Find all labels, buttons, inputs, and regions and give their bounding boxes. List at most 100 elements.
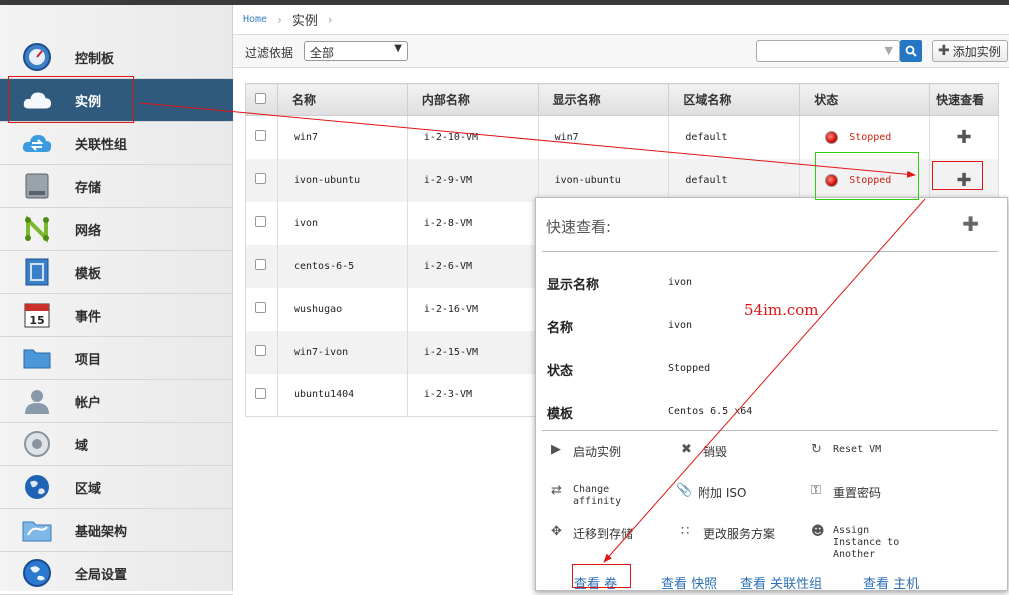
- start-instance-action[interactable]: ▶ 启动实例: [551, 443, 621, 460]
- sidebar-item-label: 模板: [75, 266, 102, 282]
- cell-internal-name: i-2-3-VM: [406, 373, 539, 417]
- sidebar-item-zones[interactable]: 区域: [0, 466, 233, 509]
- row-checkbox[interactable]: [245, 244, 278, 288]
- cell-name[interactable]: ivon-ubuntu: [276, 158, 408, 202]
- plus-icon[interactable]: ✚: [962, 212, 979, 236]
- field-key: 模板: [547, 407, 574, 422]
- add-instance-button[interactable]: ✚ 添加实例: [932, 40, 1008, 62]
- sidebar-item-dashboard[interactable]: 控制板: [0, 36, 233, 79]
- divider: [542, 430, 998, 431]
- action-label: 更改服务方案: [703, 527, 776, 541]
- cell-name[interactable]: ivon: [276, 201, 408, 245]
- sidebar-item-templates[interactable]: 模板: [0, 251, 233, 294]
- annotation-box-quickview: [932, 161, 983, 190]
- key-icon: ⚿: [811, 483, 821, 498]
- destroy-action[interactable]: ✖ 销毁: [681, 443, 727, 460]
- action-label: 启动实例: [573, 445, 622, 459]
- table-header-row: 名称 内部名称 显示名称 区域名称 状态 快速查看: [245, 83, 999, 116]
- change-offering-action[interactable]: ∷ 更改服务方案: [681, 525, 775, 542]
- col-header-quickview: 快速查看: [929, 83, 999, 116]
- sidebar-item-domains[interactable]: 域: [0, 423, 233, 466]
- cell-internal-name: i-2-9-VM: [406, 158, 539, 202]
- sidebar-item-label: 事件: [75, 309, 102, 325]
- status-stopped-icon: [825, 130, 839, 144]
- cell-name[interactable]: ubuntu1404: [276, 373, 408, 417]
- cell-name[interactable]: win7-ivon: [276, 330, 408, 374]
- field-value: ivon: [668, 320, 693, 331]
- field-value: Centos 6.5 x64: [668, 406, 753, 417]
- assign-instance-action[interactable]: ☻ Assign Instance to Another: [811, 525, 899, 561]
- search-button[interactable]: [900, 40, 922, 62]
- cell-name[interactable]: win7: [276, 115, 408, 159]
- dropdown-arrow-icon[interactable]: ▼: [885, 44, 893, 57]
- search-input[interactable]: ▼: [756, 40, 900, 62]
- sidebar-item-storage[interactable]: 存储: [0, 165, 233, 208]
- sidebar-item-label: 帐户: [75, 395, 102, 411]
- network-icon: [22, 214, 52, 244]
- quickview-title: 快速查看:: [546, 218, 612, 236]
- toolbar: 过滤依据 全部 ▼ ▼ ✚ 添加实例: [233, 35, 1009, 68]
- domain-icon: [22, 429, 52, 459]
- col-header-internal-name[interactable]: 内部名称: [406, 83, 539, 116]
- sidebar-item-global-settings[interactable]: 全局设置: [0, 552, 233, 595]
- change-affinity-action[interactable]: ⇄ Change affinity: [551, 484, 621, 508]
- row-checkbox[interactable]: [245, 287, 278, 331]
- col-header-name[interactable]: 名称: [276, 83, 408, 116]
- col-header-display-name[interactable]: 显示名称: [537, 83, 670, 116]
- field-value: ivon: [668, 277, 693, 288]
- field-value: Stopped: [668, 363, 711, 374]
- move-icon: ✥: [551, 524, 562, 539]
- migrate-to-storage-action[interactable]: ✥ 迁移到存储: [551, 525, 633, 542]
- play-icon: ▶: [551, 442, 561, 457]
- add-instance-label: 添加实例: [952, 44, 1001, 59]
- user-icon: [22, 386, 52, 416]
- folder-icon: [22, 343, 52, 373]
- sidebar-item-network[interactable]: 网络: [0, 208, 233, 251]
- cell-quickview: ✚: [929, 115, 999, 159]
- reset-password-action[interactable]: ⚿ 重置密码: [811, 484, 881, 501]
- select-all-checkbox[interactable]: [245, 83, 278, 116]
- row-checkbox[interactable]: [245, 158, 278, 202]
- status-text: Stopped: [849, 131, 892, 143]
- watermark: 54im.com: [744, 301, 819, 319]
- sidebar-item-events[interactable]: 15 事件: [0, 294, 233, 337]
- row-checkbox[interactable]: [245, 115, 278, 159]
- action-label: 销毁: [703, 445, 728, 459]
- cell-name[interactable]: centos-6-5: [276, 244, 408, 288]
- col-header-zone[interactable]: 区域名称: [668, 83, 801, 116]
- action-label: 重置密码: [833, 486, 882, 500]
- user-icon: ☻: [811, 524, 825, 539]
- annotation-box-view-volumes: [572, 564, 631, 588]
- view-hosts-link[interactable]: 查看 主机: [863, 573, 919, 592]
- sidebar-item-label: 全局设置: [75, 567, 128, 583]
- row-checkbox[interactable]: [245, 373, 278, 417]
- global-settings-icon: [22, 558, 52, 588]
- sidebar-item-label: 基础架构: [75, 524, 128, 540]
- filter-select-value: 全部: [310, 46, 335, 60]
- swap-arrows-icon: ⇄: [551, 483, 562, 498]
- search-icon: [905, 45, 917, 57]
- filter-label: 过滤依据: [245, 46, 294, 60]
- quickview-panel: 快速查看: ✚ 显示名称 ivon 名称 ivon 状态 Stopped 模板 …: [535, 197, 1008, 592]
- filter-select[interactable]: 全部 ▼: [304, 41, 408, 61]
- sidebar-item-projects[interactable]: 项目: [0, 337, 233, 380]
- sidebar-item-accounts[interactable]: 帐户: [0, 380, 233, 423]
- sidebar-item-label: 区域: [75, 481, 102, 497]
- sidebar-item-label: 存储: [75, 180, 102, 196]
- paperclip-icon: 📎: [676, 483, 693, 498]
- sidebar-item-infrastructure[interactable]: 基础架构: [0, 509, 233, 552]
- svg-text:15: 15: [29, 314, 44, 327]
- col-header-status[interactable]: 状态: [799, 83, 931, 116]
- attach-iso-action[interactable]: 📎 附加 ISO: [676, 484, 746, 501]
- breadcrumb-home-link[interactable]: Home: [243, 14, 267, 25]
- quickview-plus-icon[interactable]: ✚: [956, 127, 971, 148]
- cell-zone: default: [668, 115, 801, 159]
- row-checkbox[interactable]: [245, 201, 278, 245]
- view-affinity-groups-link[interactable]: 查看 关联性组: [740, 573, 822, 592]
- cell-name[interactable]: wushugao: [276, 287, 408, 331]
- reset-vm-action[interactable]: ↻ Reset VM: [811, 443, 881, 457]
- view-snapshots-link[interactable]: 查看 快照: [661, 573, 717, 592]
- sidebar-item-affinity-groups[interactable]: 关联性组: [0, 122, 233, 165]
- row-checkbox[interactable]: [245, 330, 278, 374]
- cell-internal-name: i-2-15-VM: [406, 330, 539, 374]
